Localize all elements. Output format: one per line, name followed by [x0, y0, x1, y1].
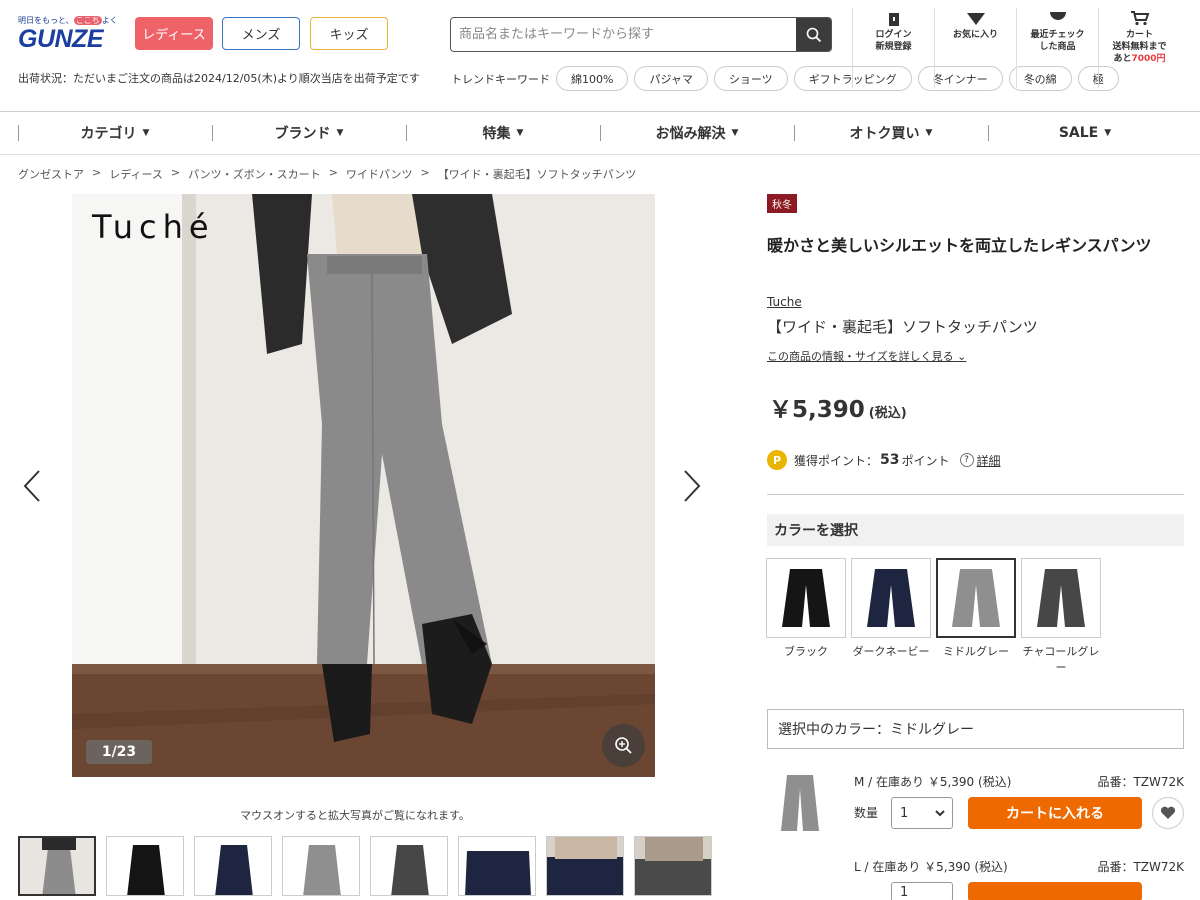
- nav-solutions[interactable]: お悩み解決 ▼: [600, 112, 794, 154]
- main-product-image[interactable]: Tuché 1/23: [72, 194, 655, 777]
- cart-label: カート: [1125, 30, 1153, 40]
- ladies-button[interactable]: レディース: [135, 17, 213, 50]
- search-icon: [806, 27, 821, 42]
- breadcrumb-current: 【ワイド・裏起毛】ソフトタッチパンツ: [437, 168, 637, 181]
- image-counter: 1/23: [86, 740, 152, 764]
- help-icon: ?: [959, 453, 974, 467]
- user-door-icon: [888, 13, 899, 26]
- login-link[interactable]: ログイン 新規登録: [852, 8, 934, 88]
- zoom-button[interactable]: [602, 724, 645, 767]
- trend-chip[interactable]: パジャマ: [634, 66, 708, 91]
- logo-text: GUNZE: [18, 25, 104, 53]
- global-nav: カテゴリ ▼ ブランド ▼ 特集 ▼ お悩み解決 ▼ オトク買い ▼ SALE ▼: [0, 112, 1200, 154]
- nav-deals[interactable]: オトク買い ▼: [794, 112, 988, 154]
- color-swatches: ブラック ダークネービー ミドルグレー チャコールグレー: [766, 558, 1101, 676]
- breadcrumb-item[interactable]: パンツ・ズボン・スカート: [188, 166, 321, 182]
- thumbnail[interactable]: [282, 836, 360, 896]
- tuche-logo-overlay: Tuché: [92, 208, 215, 246]
- quantity-select[interactable]: 1: [891, 797, 953, 829]
- recent-label: 最近チェック した商品: [1030, 30, 1085, 52]
- color-swatch-dark-navy[interactable]: ダークネービー: [851, 558, 931, 676]
- sku-code: 品番：TZW72K: [1097, 775, 1184, 789]
- kids-button[interactable]: キッズ: [310, 17, 388, 50]
- add-to-cart-button[interactable]: カートに入れる: [968, 797, 1142, 829]
- points-info: P 獲得ポイント： 53 ポイント ? 詳細: [767, 450, 1001, 470]
- shipping-notice: 出荷状況：ただいまご注文の商品は2024/12/05(木)より順次当店を出荷予定…: [18, 72, 420, 85]
- color-swatch-middle-gray[interactable]: ミドルグレー: [936, 558, 1016, 676]
- caret-down-icon: ▼: [1104, 128, 1112, 138]
- caret-down-icon: ▼: [731, 128, 739, 138]
- caret-down-icon: ▼: [336, 128, 344, 138]
- prev-image-arrow[interactable]: [22, 468, 42, 504]
- breadcrumb: グンゼストア > レディース > パンツ・ズボン・スカート > ワイドパンツ > 【ワイ…: [18, 166, 637, 182]
- trend-keyword-label: トレンドキーワード: [451, 73, 550, 86]
- favorites-label: お気に入り: [952, 30, 998, 40]
- season-badge: 秋冬: [767, 194, 797, 213]
- cart-note: 送料無料まで: [1112, 42, 1167, 52]
- sku-info: L / 在庫あり ￥5,390 (税込): [854, 860, 1008, 874]
- trend-chip[interactable]: 綿100%: [556, 66, 629, 91]
- breadcrumb-item[interactable]: ワイドパンツ: [346, 166, 413, 182]
- thumbnail[interactable]: [458, 836, 536, 896]
- favorite-button[interactable]: [1152, 797, 1184, 829]
- zoom-caption: マウスオンすると拡大写真がご覧になれます。: [240, 809, 470, 822]
- thumbnail[interactable]: [370, 836, 448, 896]
- chevron-down-icon: [935, 810, 945, 817]
- quantity-label: 数量: [854, 806, 879, 820]
- recent-link[interactable]: 最近チェック した商品: [1016, 8, 1098, 88]
- heart-icon: [966, 13, 985, 25]
- heart-icon: [1160, 806, 1176, 819]
- product-price: ￥5,390 (税込): [769, 397, 907, 423]
- chevron-down-icon: ⌄: [957, 350, 967, 363]
- sku-thumbnail: [781, 775, 819, 831]
- thumbnail-strip: [18, 836, 712, 896]
- next-image-arrow[interactable]: [682, 468, 702, 504]
- cart-icon: [1130, 11, 1149, 26]
- color-swatch-black[interactable]: ブラック: [766, 558, 846, 676]
- nav-divider: [0, 154, 1200, 155]
- points-icon: P: [767, 450, 787, 470]
- add-to-cart-button[interactable]: [968, 882, 1142, 900]
- product-photo: [72, 194, 655, 777]
- quantity-select[interactable]: 1: [891, 882, 953, 900]
- thumbnail[interactable]: [106, 836, 184, 896]
- nav-brand[interactable]: ブランド ▼: [212, 112, 406, 154]
- search-box: [450, 17, 832, 52]
- color-swatch-charcoal-gray[interactable]: チャコールグレー: [1021, 558, 1101, 676]
- mens-button[interactable]: メンズ: [222, 17, 300, 50]
- product-name: 【ワイド・裏起毛】ソフトタッチパンツ: [767, 318, 1038, 336]
- breadcrumb-item[interactable]: グンゼストア: [18, 166, 84, 182]
- caret-down-icon: ▼: [925, 128, 933, 138]
- thumbnail[interactable]: [634, 836, 712, 896]
- thumbnail[interactable]: [18, 836, 96, 896]
- search-input[interactable]: [451, 18, 797, 51]
- sku-info: M / 在庫あり ￥5,390 (税込): [854, 775, 1012, 789]
- brand-link[interactable]: Tuche: [767, 295, 802, 309]
- search-button[interactable]: [796, 18, 831, 51]
- sku-code: 品番：TZW72K: [1097, 860, 1184, 874]
- cart-amount-note: あと7000円: [1113, 54, 1166, 64]
- product-details-link[interactable]: この商品の情報・サイズを詳しく見る ⌄: [767, 348, 966, 364]
- trend-chip[interactable]: ショーツ: [713, 66, 788, 91]
- nav-sale[interactable]: SALE ▼: [988, 112, 1182, 154]
- selected-color: 選択中のカラー：ミドルグレー: [767, 709, 1184, 749]
- nav-category[interactable]: カテゴリ ▼: [18, 112, 212, 154]
- product-title: 暖かさと美しいシルエットを両立したレギンスパンツ: [767, 236, 1152, 255]
- header-icons: ログイン 新規登録 お気に入り 最近チェック した商品 カート 送料無料まで あ…: [852, 8, 1180, 88]
- gunze-logo[interactable]: 明日をもっと、 ここち よく GUNZE: [18, 16, 118, 52]
- clock-icon: [1049, 12, 1066, 20]
- caret-down-icon: ▼: [142, 128, 150, 138]
- section-divider: [767, 494, 1184, 495]
- thumbnail[interactable]: [546, 836, 624, 896]
- cart-link[interactable]: カート 送料無料まで あと7000円: [1098, 8, 1180, 88]
- color-heading: カラーを選択: [767, 514, 1184, 546]
- thumbnail[interactable]: [194, 836, 272, 896]
- nav-feature[interactable]: 特集 ▼: [406, 112, 600, 154]
- zoom-in-icon: [614, 736, 632, 754]
- breadcrumb-item[interactable]: レディース: [109, 166, 163, 182]
- login-label: ログイン 新規登録: [875, 30, 912, 52]
- caret-down-icon: ▼: [516, 128, 524, 138]
- favorites-link[interactable]: お気に入り: [934, 8, 1016, 88]
- points-detail-link[interactable]: 詳細: [977, 452, 1001, 469]
